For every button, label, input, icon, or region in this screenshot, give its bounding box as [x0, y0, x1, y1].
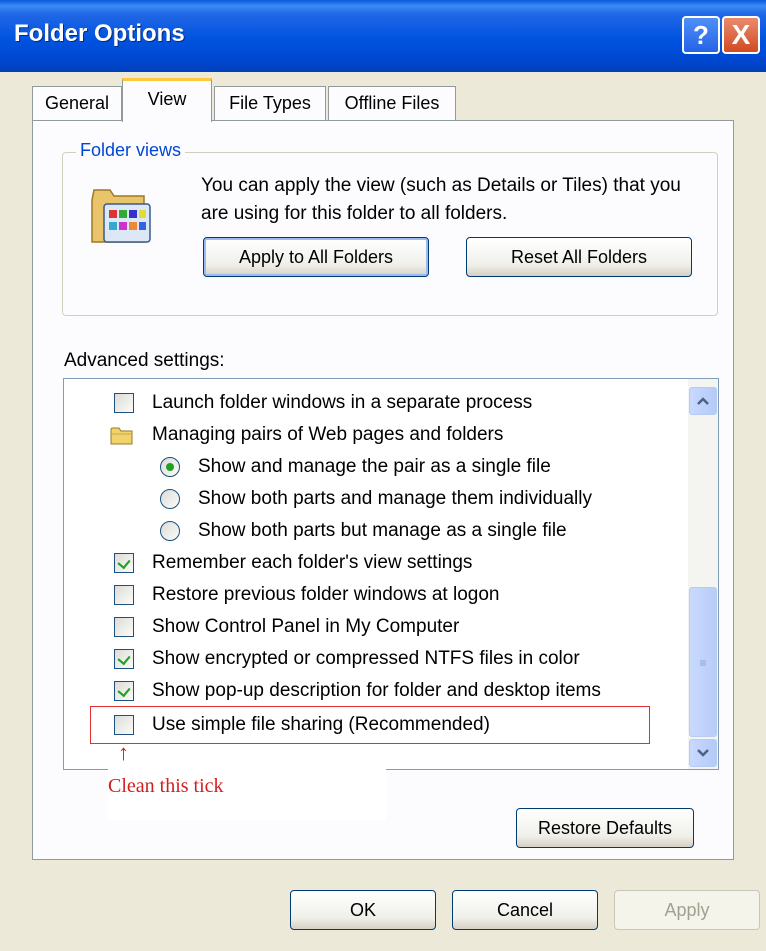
- advanced-settings-label: Advanced settings:: [64, 350, 225, 371]
- highlight-box: [90, 706, 650, 744]
- folder-views-legend: Folder views: [76, 140, 186, 161]
- list-item-label: Launch folder windows in a separate proc…: [152, 392, 533, 413]
- scroll-up-button[interactable]: [689, 387, 717, 415]
- scroll-down-button[interactable]: [689, 739, 717, 767]
- list-item-label: Managing pairs of Web pages and folders: [152, 424, 504, 445]
- list-item-label: Show and manage the pair as a single fil…: [198, 456, 551, 477]
- tab-offline-files[interactable]: Offline Files: [328, 86, 456, 120]
- window-title: Folder Options: [14, 20, 185, 47]
- list-item-label: Show Control Panel in My Computer: [152, 616, 460, 637]
- apply-to-all-folders-button[interactable]: Apply to All Folders: [203, 237, 429, 277]
- tab-view[interactable]: View: [122, 78, 212, 122]
- radio-button[interactable]: [160, 457, 180, 477]
- cancel-button[interactable]: Cancel: [452, 890, 598, 930]
- folder-views-icon: [91, 189, 151, 243]
- radio-dot: [166, 463, 174, 471]
- restore-defaults-button[interactable]: Restore Defaults: [516, 808, 694, 848]
- radio-button[interactable]: [160, 489, 180, 509]
- checkbox[interactable]: [114, 617, 134, 637]
- tab-general[interactable]: General: [32, 86, 122, 120]
- help-button[interactable]: ?: [682, 16, 720, 54]
- folder-views-description: You can apply the view (such as Details …: [201, 175, 681, 224]
- vertical-scrollbar[interactable]: ≡: [688, 379, 718, 769]
- list-item-label: Show both parts and manage them individu…: [198, 488, 592, 509]
- list-item-label: Remember each folder's view settings: [152, 552, 473, 573]
- check-icon: [117, 683, 131, 698]
- chevron-up-icon: [697, 397, 709, 405]
- checkbox[interactable]: [114, 393, 134, 413]
- list-item-label: Show encrypted or compressed NTFS files …: [152, 648, 580, 669]
- checkbox[interactable]: [114, 681, 134, 701]
- apply-button: Apply: [614, 890, 760, 930]
- reset-all-folders-button[interactable]: Reset All Folders: [466, 237, 692, 277]
- chevron-down-icon: [697, 749, 709, 757]
- list-item-label: Show pop-up description for folder and d…: [152, 680, 601, 701]
- checkbox[interactable]: [114, 585, 134, 605]
- folder-icon: [110, 427, 133, 445]
- scroll-thumb[interactable]: ≡: [689, 587, 717, 737]
- tab-file-types[interactable]: File Types: [214, 86, 326, 120]
- ok-button[interactable]: OK: [290, 890, 436, 930]
- list-item-label: Show both parts but manage as a single f…: [198, 520, 567, 541]
- title-bar[interactable]: Folder Options ? X: [0, 0, 766, 72]
- checkbox[interactable]: [114, 553, 134, 573]
- check-icon: [117, 555, 131, 570]
- annotation-arrow: ↑: [118, 740, 129, 765]
- check-icon: [117, 651, 131, 666]
- list-item-label: Restore previous folder windows at logon: [152, 584, 500, 605]
- radio-button[interactable]: [160, 521, 180, 541]
- checkbox[interactable]: [114, 649, 134, 669]
- annotation-text: Clean this tick: [108, 775, 224, 797]
- close-button[interactable]: X: [722, 16, 760, 54]
